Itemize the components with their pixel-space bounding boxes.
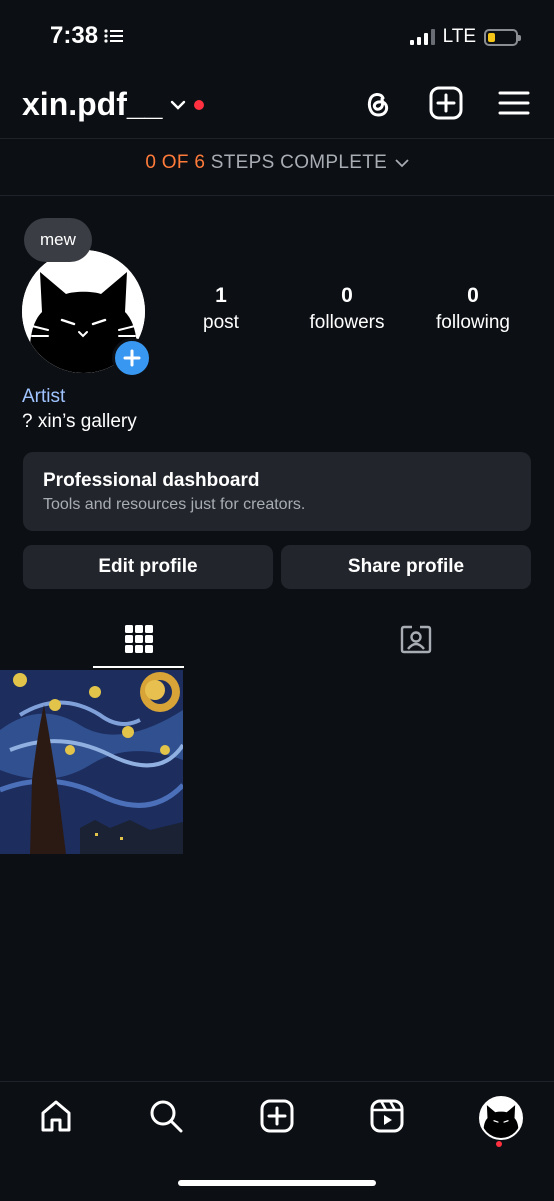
banner-divider [0, 195, 554, 196]
stat-label: following [436, 312, 510, 333]
menu-icon[interactable] [496, 85, 532, 121]
signal-icon [409, 29, 435, 45]
home-icon [41, 1100, 71, 1132]
nav-create[interactable] [259, 1098, 295, 1134]
tab-posts-grid[interactable] [93, 610, 184, 668]
notification-dot [194, 99, 205, 110]
header-divider [0, 138, 554, 139]
status-indicators: LTE [409, 26, 521, 48]
add-post-icon[interactable] [428, 85, 464, 121]
profile-bio: ? xin’s gallery [22, 411, 137, 432]
reels-icon [370, 1099, 404, 1133]
add-story-button[interactable] [112, 338, 152, 378]
steps-count: 0 OF 6 [145, 152, 206, 173]
tab-tagged[interactable] [370, 610, 461, 668]
stat-followers[interactable]: 0 followers [287, 284, 407, 334]
dashboard-subtitle: Tools and resources just for creators. [43, 496, 306, 513]
post-thumbnail[interactable] [0, 670, 183, 854]
network-label: LTE [442, 26, 476, 47]
notification-dot [496, 1141, 502, 1147]
create-icon [260, 1099, 294, 1133]
status-time: 7:38 [50, 22, 124, 50]
nav-home[interactable] [38, 1098, 74, 1134]
search-icon [150, 1100, 183, 1133]
account-switcher[interactable]: xin.pdf__ [22, 86, 205, 123]
dashboard-title: Professional dashboard [43, 470, 260, 491]
nav-reels[interactable] [369, 1098, 405, 1134]
stat-posts[interactable]: 1 post [161, 284, 281, 334]
profile-category: Artist [22, 386, 66, 407]
tagged-icon [400, 625, 431, 654]
nav-search[interactable] [148, 1098, 184, 1134]
chevron-down-icon [395, 159, 409, 168]
threads-icon[interactable] [359, 85, 395, 121]
stat-number: 1 [215, 284, 227, 307]
cat-avatar-image [481, 1098, 521, 1138]
starry-night-painting [0, 670, 183, 854]
stat-label: post [203, 312, 239, 333]
username-title: xin.pdf__ [22, 86, 163, 122]
professional-dashboard[interactable]: Professional dashboard Tools and resourc… [23, 452, 531, 531]
home-indicator [178, 1180, 376, 1186]
focus-list-icon [104, 29, 124, 43]
steps-banner[interactable]: 0 OF 6 STEPS COMPLETE [0, 152, 554, 174]
note-bubble[interactable]: mew [24, 218, 92, 262]
stat-number: 0 [467, 284, 479, 307]
stat-number: 0 [341, 284, 353, 307]
stat-following[interactable]: 0 following [413, 284, 533, 334]
plus-icon [123, 349, 141, 367]
battery-icon [484, 28, 521, 46]
grid-icon [124, 625, 153, 653]
stat-label: followers [309, 312, 385, 333]
steps-label: STEPS COMPLETE [210, 152, 388, 173]
chevron-down-icon [171, 100, 186, 110]
time-text: 7:38 [50, 22, 99, 49]
nav-profile-avatar[interactable] [479, 1096, 523, 1140]
share-profile-button[interactable]: Share profile [281, 545, 531, 589]
edit-profile-button[interactable]: Edit profile [23, 545, 273, 589]
